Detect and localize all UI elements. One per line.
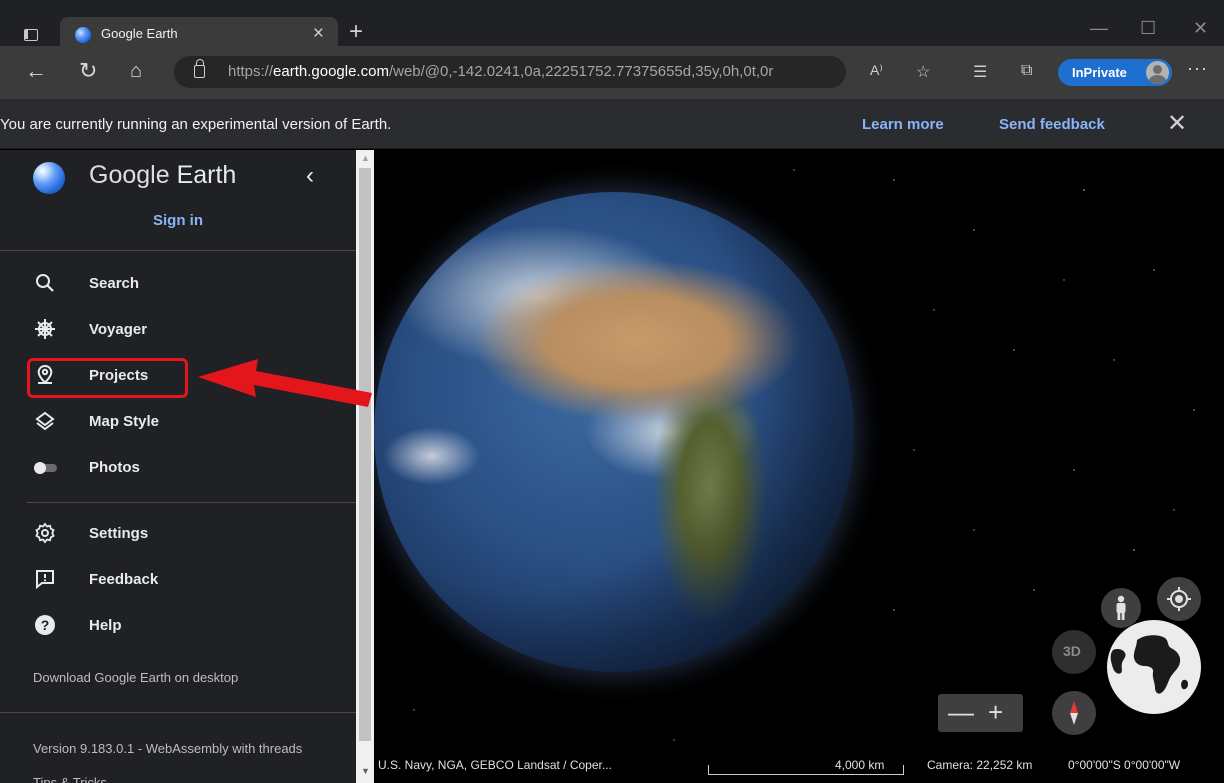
lock-icon[interactable] (194, 59, 205, 78)
close-window-button[interactable]: ✕ (1193, 18, 1208, 39)
google-earth-logo-icon (33, 162, 65, 194)
download-desktop-link[interactable]: Download Google Earth on desktop (33, 670, 238, 685)
collapse-sidebar-icon[interactable]: ‹ (306, 162, 314, 190)
url-field[interactable]: https://earth.google.com/web/@0,-142.024… (174, 56, 846, 88)
locate-icon (1167, 587, 1191, 611)
sign-in-link[interactable]: Sign in (153, 212, 203, 229)
mini-globe-overview[interactable] (1107, 620, 1201, 714)
address-bar: ← ↻ ⌂ https://earth.google.com/web/@0,-1… (0, 46, 1224, 99)
zoom-out-button[interactable]: — (948, 697, 974, 728)
sidebar-item-label: Help (89, 617, 122, 634)
google-earth-favicon-icon (75, 27, 91, 43)
sidebar-item-search[interactable]: Search (27, 264, 347, 304)
read-aloud-icon[interactable]: A⁾ (870, 62, 883, 79)
divider (0, 250, 356, 251)
pegman-icon (1116, 595, 1126, 620)
sidebar-item-feedback[interactable]: Feedback (27, 560, 347, 600)
ship-wheel-icon (35, 319, 55, 339)
profile-avatar-icon (1146, 61, 1169, 84)
3d-label: 3D (1063, 643, 1081, 659)
toggle-off-icon[interactable] (33, 455, 57, 479)
maximize-button[interactable]: ☐ (1140, 18, 1156, 39)
add-favorite-icon[interactable]: ☆ (916, 62, 930, 82)
compass-button[interactable] (1052, 691, 1096, 735)
map-view[interactable]: 3D — + U.S. Navy, NGA, GEBCO Landsat / C… (374, 150, 1224, 783)
sidebar-item-help[interactable]: ? Help (27, 606, 347, 646)
inprivate-button[interactable]: InPrivate (1058, 59, 1172, 86)
tab-title: Google Earth (101, 26, 178, 41)
tab-actions-icon[interactable] (24, 29, 38, 41)
sidebar-item-label: Voyager (89, 321, 148, 338)
favorites-icon[interactable]: ☰ (973, 62, 987, 82)
coordinates-readout: 0°00'00"S 0°00'00"W (1068, 758, 1181, 772)
more-options-icon[interactable]: ··· (1187, 58, 1208, 79)
zoom-in-button[interactable]: + (988, 697, 1003, 728)
banner-message: You are currently running an experimenta… (0, 116, 392, 133)
version-text: Version 9.183.0.1 - WebAssembly with thr… (33, 741, 303, 756)
svg-text:?: ? (41, 617, 50, 633)
divider (0, 712, 356, 713)
inprivate-label: InPrivate (1072, 65, 1127, 80)
help-icon: ? (35, 615, 55, 635)
scrollbar-thumb[interactable] (359, 168, 371, 741)
my-location-button[interactable] (1157, 577, 1201, 621)
experimental-banner: You are currently running an experimenta… (0, 99, 1224, 149)
globe-shading (374, 192, 854, 672)
sidebar-item-label: Search (89, 275, 140, 292)
sidebar-item-settings[interactable]: Settings (27, 514, 347, 554)
zoom-controls: — + (938, 694, 1023, 732)
refresh-icon[interactable]: ↻ (79, 60, 97, 82)
scale-label: 4,000 km (835, 758, 885, 772)
compass-icon (1070, 701, 1078, 725)
feedback-icon (36, 570, 54, 590)
projects-highlight-box (27, 358, 188, 398)
world-map-icon (1110, 635, 1188, 694)
3d-toggle-button[interactable]: 3D (1052, 630, 1096, 674)
sidebar-item-label: Feedback (89, 571, 159, 588)
tab-close-icon[interactable]: × (313, 23, 324, 45)
scroll-down-icon[interactable]: ▼ (361, 766, 370, 776)
annotation-arrow (198, 359, 372, 407)
map-attribution: U.S. Navy, NGA, GEBCO Landsat / Coper... (378, 758, 612, 772)
sidebar: Google Earth ‹ Sign in Search Voyager Pr… (0, 150, 356, 783)
send-feedback-link[interactable]: Send feedback (999, 116, 1105, 133)
sidebar-item-label: Settings (89, 525, 149, 542)
sidebar-item-photos[interactable]: Photos (27, 448, 347, 488)
street-view-button[interactable] (1101, 588, 1141, 628)
url-text: https://earth.google.com/web/@0,-142.024… (228, 63, 774, 80)
tips-link[interactable]: Tips & Tricks (33, 775, 107, 783)
browser-tab-bar: Google Earth × + — ☐ ✕ (0, 0, 1224, 53)
banner-close-icon[interactable]: ✕ (1167, 109, 1187, 138)
sidebar-scrollbar[interactable]: ▲ ▼ (356, 150, 374, 783)
sidebar-item-voyager[interactable]: Voyager (27, 310, 347, 350)
sidebar-item-label: Map Style (89, 413, 160, 430)
app-title: Google Earth (89, 161, 237, 189)
learn-more-link[interactable]: Learn more (862, 116, 944, 133)
sidebar-item-label: Photos (89, 459, 140, 476)
layers-icon (35, 411, 55, 431)
scroll-up-icon[interactable]: ▲ (361, 153, 370, 163)
home-icon[interactable]: ⌂ (130, 60, 142, 82)
back-arrow-icon[interactable]: ← (25, 60, 47, 82)
gear-icon (35, 522, 55, 544)
collections-icon[interactable]: ⧉ (1021, 62, 1032, 80)
new-tab-button[interactable]: + (349, 18, 363, 46)
camera-altitude: Camera: 22,252 km (927, 758, 1033, 772)
divider (27, 502, 356, 503)
minimize-button[interactable]: — (1090, 18, 1108, 39)
search-icon (36, 274, 54, 292)
